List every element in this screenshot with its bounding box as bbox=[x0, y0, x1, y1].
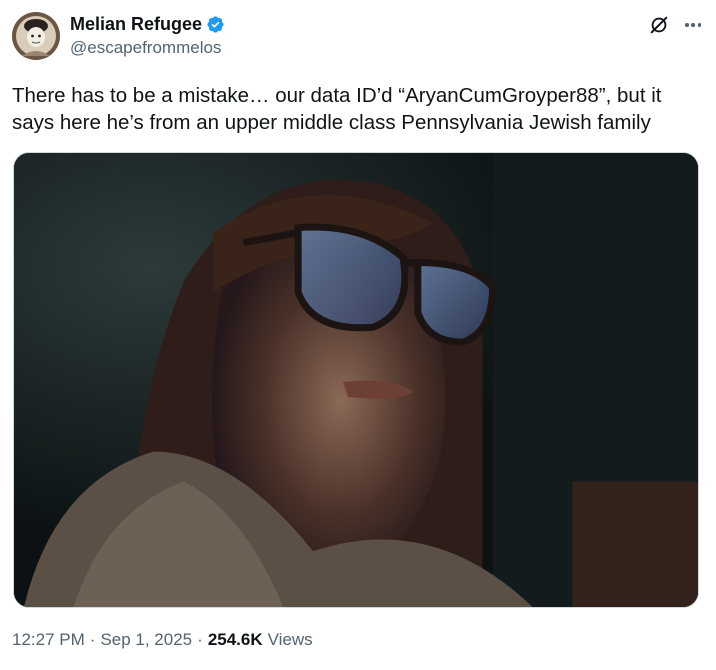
author-display-name[interactable]: Melian Refugee bbox=[70, 14, 202, 35]
more-options-icon[interactable] bbox=[682, 16, 704, 34]
author-handle[interactable]: @escapefrommelos bbox=[70, 38, 225, 58]
tweet-time[interactable]: 12:27 PM bbox=[12, 630, 85, 650]
grok-icon[interactable] bbox=[648, 14, 670, 36]
tweet-date[interactable]: Sep 1, 2025 bbox=[100, 630, 192, 650]
views-label: Views bbox=[267, 630, 313, 649]
verified-badge-icon[interactable] bbox=[206, 15, 225, 34]
movie-still-illustration bbox=[14, 153, 698, 607]
tweet-header: Melian Refugee @escapefrommelos bbox=[12, 10, 704, 62]
author-names: Melian Refugee @escapefrommelos bbox=[70, 13, 225, 58]
meta-separator: · bbox=[197, 630, 203, 649]
tweet-metadata: 12:27 PM · Sep 1, 2025 · 254.6K Views bbox=[12, 630, 313, 650]
avatar-illustration bbox=[12, 12, 60, 60]
tweet-media-image[interactable] bbox=[13, 152, 699, 608]
meta-separator: · bbox=[89, 630, 96, 649]
views-count[interactable]: 254.6K bbox=[208, 630, 263, 650]
author-avatar[interactable] bbox=[12, 12, 60, 60]
tweet-text: There has to be a mistake… our data ID’d… bbox=[12, 84, 662, 134]
